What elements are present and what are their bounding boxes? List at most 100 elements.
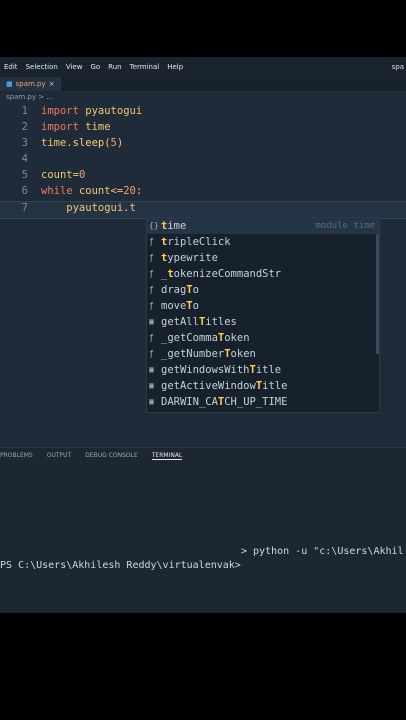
suggestion-text: ypewrite [167,252,218,264]
variable-icon: ▣ [149,381,154,390]
variable-icon: ▣ [149,397,154,406]
code-token: import [41,121,86,133]
line-number: 4 [21,153,28,165]
code-token: pyautogui.t [41,202,136,214]
suggestion-text: _getNumber [161,348,225,360]
editor-tab-bar: ■ spam.py × [0,77,406,91]
code-token: <= [110,185,124,197]
code-token: import [41,105,86,117]
code-token: pyautogui [85,105,143,117]
tab-label: spam.py [15,80,46,88]
suggestion-item[interactable]: ƒ moveTo [147,298,379,314]
suggestion-text: drag [161,284,187,296]
line-number: 3 [21,137,28,149]
code-token: : [135,185,143,197]
menu-bar: Edit Selection View Go Run Terminal Help [0,57,406,77]
suggestion-text: oken [230,348,256,360]
suggestion-text: itle [255,364,282,376]
suggestion-text: DARWIN_CA [161,396,218,408]
suggestion-item[interactable]: ▣ getAllTitles [147,314,379,330]
tab-terminal[interactable]: TERMINAL [151,452,183,460]
suggestion-text: getWindowsWith [161,364,250,376]
terminal-command-line: > python -u "c:\Users\Akhil [241,546,404,557]
code-line[interactable]: 5 count=0 [0,169,406,185]
code-token: 20 [123,185,136,197]
breadcrumb[interactable]: spam.py > ... [6,93,53,101]
function-icon: ƒ [149,349,154,358]
suggestion-text: getActiveWindow [161,380,256,392]
menu-item-selection[interactable]: Selection [22,63,62,71]
suggestion-text: ime [167,220,187,232]
menu-item-terminal[interactable]: Terminal [126,63,164,71]
suggestion-item[interactable]: ▣ DARWIN_CATCH_UP_TIME [147,394,379,410]
tab-debug-console[interactable]: DEBUG CONSOLE [85,452,138,460]
suggestion-text: itles [205,316,237,328]
bottom-panel: PROBLEMS OUTPUT DEBUG CONSOLE TERMINAL > py… [0,447,406,613]
suggestion-text: okenizeCommandStr [173,268,282,280]
code-token: sleep [72,137,105,149]
code-text: import time [41,121,111,133]
window-title: spa [391,63,404,71]
suggestion-text: o [192,300,199,312]
code-token: ) [116,137,124,149]
code-text: import pyautogui [41,105,142,117]
code-text: time.sleep(5) [41,137,123,149]
code-line[interactable]: 1 import pyautogui [0,105,406,121]
autocomplete-popup: {} time module time ƒ tripleClick ƒ typewrite ƒ… [146,217,380,413]
suggestion-item[interactable]: {} time module time [147,218,379,234]
suggestion-text: getAll [161,316,199,328]
python-file-icon: ■ [6,80,13,88]
suggestion-text: _getComma [161,332,218,344]
terminal-prompt[interactable]: PS C:\Users\Akhilesh Reddy\virtualenvak> [0,560,241,571]
code-token: while [41,185,79,197]
code-line[interactable]: 6 while count<=20: [0,185,406,201]
code-line[interactable]: 2 import time [0,121,406,137]
suggestion-item[interactable]: ƒ _getCommaToken [147,330,379,346]
code-text: pyautogui.t [41,202,136,214]
function-icon: ƒ [149,237,154,246]
menu-item-help[interactable]: Help [163,63,187,71]
menu-item-view[interactable]: View [62,63,87,71]
suggestion-text: itle [262,380,288,392]
variable-icon: ▣ [149,317,154,326]
suggestion-text: ripleClick [167,236,231,248]
code-line[interactable]: 3 time.sleep(5) [0,137,406,153]
module-icon: {} [149,221,159,230]
function-icon: ƒ [149,333,154,342]
suggestion-item[interactable]: ƒ _tokenizeCommandStr [147,266,379,282]
suggestion-item[interactable]: ƒ dragTo [147,282,379,298]
code-line[interactable]: 4 [0,153,406,169]
menu-item-run[interactable]: Run [104,63,125,71]
panel-tabs: PROBLEMS OUTPUT DEBUG CONSOLE TERMINAL [0,452,183,460]
suggestion-item[interactable]: ▣ getWindowsWithTitle [147,362,379,378]
suggestion-item[interactable]: ▣ getActiveWindowTitle [147,378,379,394]
close-icon[interactable]: × [49,80,55,88]
menu-item-go[interactable]: Go [86,63,104,71]
suggestion-item[interactable]: ƒ tripleClick [147,234,379,250]
code-text: while count<=20: [41,185,142,197]
suggestion-detail: module time [315,221,375,231]
line-number: 5 [21,169,28,181]
suggestion-item[interactable]: ƒ typewrite [147,250,379,266]
menu-item-edit[interactable]: Edit [0,63,22,71]
suggestion-text: CH_UP_TIME [224,396,288,408]
suggestion-text: move [161,300,187,312]
suggestion-item[interactable]: ƒ _getNumberToken [147,346,379,362]
vscode-window: Edit Selection View Go Run Terminal Help spa ■… [0,57,406,613]
line-number: 7 [21,202,28,214]
tab-spam-py[interactable]: ■ spam.py × [0,77,61,91]
function-icon: ƒ [149,285,154,294]
suggestion-text: o [192,284,199,296]
tab-problems[interactable]: PROBLEMS [0,452,33,460]
code-token: time. [41,137,73,149]
code-token: 0 [78,169,86,181]
code-token: count [41,169,73,181]
code-token: count [78,185,111,197]
function-icon: ƒ [149,301,154,310]
line-number: 6 [21,185,28,197]
code-text: count=0 [41,169,85,181]
suggestion-text: oken [224,332,250,344]
line-number: 1 [21,105,28,117]
function-icon: ƒ [149,269,154,278]
tab-output[interactable]: OUTPUT [47,452,71,460]
